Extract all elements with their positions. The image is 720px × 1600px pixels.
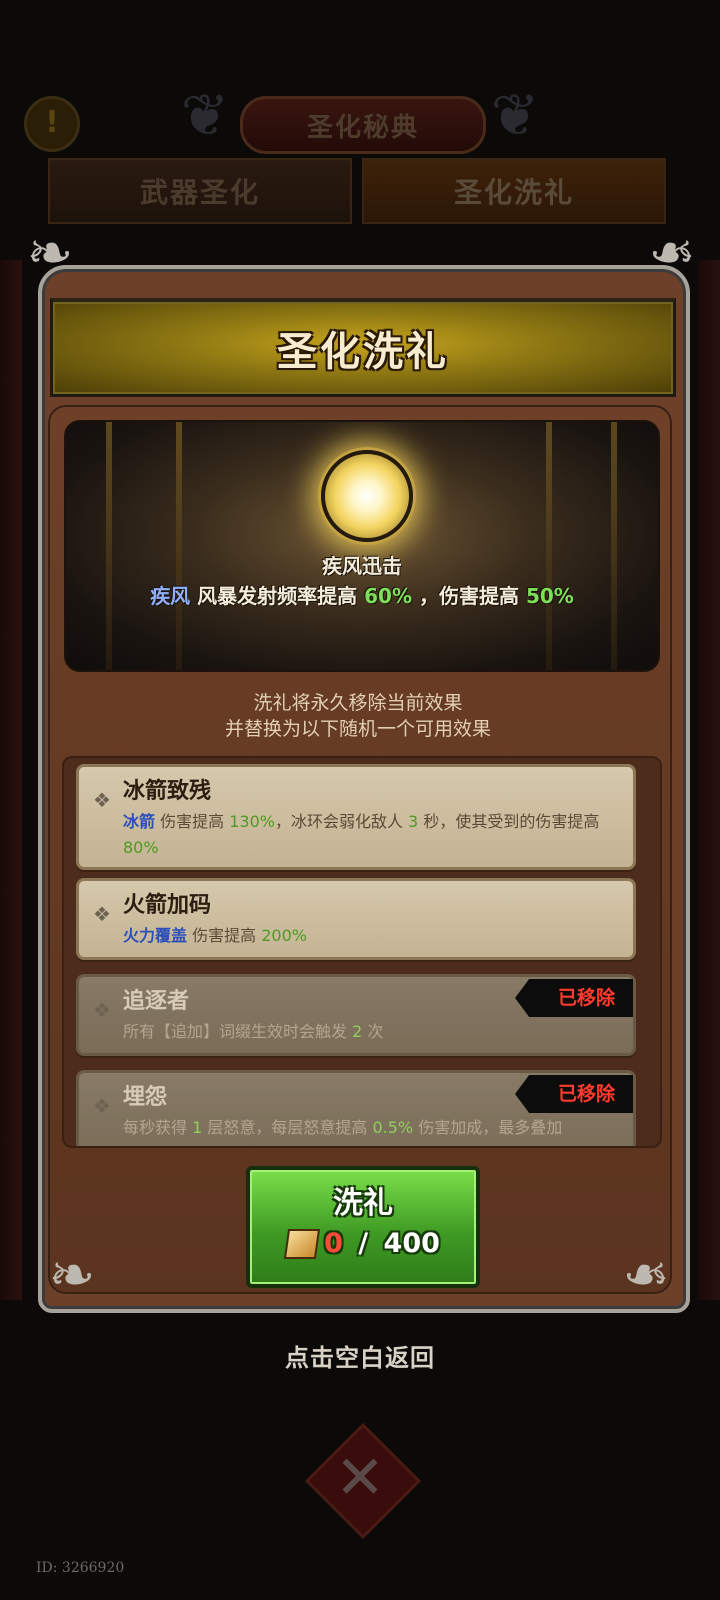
- current-effect-name: 疾风迅击: [322, 554, 402, 578]
- option-card: ❖ 火箭加码 火力覆盖 伤害提高 200%: [76, 878, 636, 960]
- cost-have: 0: [324, 1228, 343, 1259]
- tab-sanctify-baptism[interactable]: 圣化洗礼: [362, 158, 666, 224]
- option-desc: 所有【追加】词缀生效时会触发 2 次: [123, 1019, 619, 1045]
- alert-icon: !: [24, 96, 80, 152]
- option-text: 层怒意，每层怒意提高: [202, 1118, 373, 1137]
- option-text: 伤害提高: [155, 812, 230, 831]
- top-left-corner-ornament: ❧: [26, 221, 74, 286]
- light-beam: [611, 422, 617, 670]
- baptize-cost: 0 / 400: [250, 1228, 476, 1259]
- baptism-notice-line-2: 并替换为以下随机一个可用效果: [224, 718, 491, 740]
- option-text: 所有【追加】词缀生效时会触发: [123, 1022, 353, 1041]
- effect-keyword: 疾风: [150, 584, 191, 608]
- effect-options-list[interactable]: ❖ 冰箭致残 冰箭 伤害提高 130%，冰环会弱化敌人 3 秒，使其受到的伤害提…: [62, 756, 662, 1148]
- option-title: 火箭加码: [123, 893, 212, 918]
- diamond-icon: ❖: [93, 788, 111, 812]
- option-text: 每秒获得: [123, 1118, 193, 1137]
- effect-value: 50%: [525, 584, 574, 608]
- diamond-icon: ❖: [93, 998, 111, 1022]
- option-title: 追逐者: [123, 989, 190, 1014]
- panel-header-banner: 圣化洗礼: [50, 298, 676, 397]
- option-text: 伤害加成，最多叠加: [413, 1118, 563, 1137]
- option-value: 3: [408, 812, 419, 831]
- effect-value: 60%: [364, 584, 412, 608]
- option-card-removed: ❖ 埋怨 已移除 每秒获得 1 层怒意，每层怒意提高 0.5% 伤害加成，最多叠…: [76, 1070, 636, 1146]
- baptize-button[interactable]: 洗礼 0 / 400: [246, 1166, 480, 1288]
- right-side-rail: [698, 260, 720, 1300]
- option-value: 0.5%: [372, 1118, 414, 1137]
- option-value: 130%: [229, 812, 275, 831]
- option-desc: 冰箭 伤害提高 130%，冰环会弱化敌人 3 秒，使其受到的伤害提高 80%: [123, 809, 619, 861]
- option-keyword: 冰箭: [123, 812, 156, 831]
- option-value: 1: [192, 1118, 203, 1137]
- panel-title: 圣化洗礼: [277, 329, 449, 375]
- option-desc: 每秒获得 1 层怒意，每层怒意提高 0.5% 伤害加成，最多叠加: [123, 1115, 619, 1141]
- top-right-corner-ornament: ❧: [648, 221, 696, 286]
- option-keyword: 火力覆盖: [123, 926, 188, 945]
- light-beam: [546, 422, 552, 670]
- diamond-icon: ❖: [93, 902, 111, 926]
- bottom-left-corner-ornament: ❧: [48, 1243, 96, 1308]
- effect-text: ，伤害提高: [418, 584, 519, 608]
- option-text: ，冰环会弱化敌人: [274, 812, 409, 831]
- tab-weapon-sanctify[interactable]: 武器圣化: [48, 158, 352, 224]
- removed-badge: 已移除: [515, 1075, 633, 1113]
- option-title: 埋怨: [123, 1085, 168, 1110]
- screen-title: 圣化秘典: [240, 96, 486, 154]
- option-text: 次: [362, 1022, 384, 1041]
- removed-badge: 已移除: [515, 979, 633, 1017]
- option-text: 伤害提高: [187, 926, 262, 945]
- option-title: 冰箭致残: [123, 779, 212, 804]
- diamond-icon: ❖: [93, 1094, 111, 1118]
- tap-blank-to-return[interactable]: 点击空白返回: [0, 1338, 720, 1373]
- option-value: 2: [352, 1022, 363, 1041]
- build-id: ID: 3266920: [36, 1560, 125, 1576]
- baptism-notice-line-1: 洗礼将永久移除当前效果: [253, 692, 463, 714]
- cost-need: 400: [383, 1228, 440, 1259]
- crossed-swords-icon: ✕: [334, 1443, 386, 1513]
- effect-orb-icon: [321, 450, 413, 542]
- option-card-removed: ❖ 追逐者 已移除 所有【追加】词缀生效时会触发 2 次: [76, 974, 636, 1056]
- effect-text: 风暴发射频率提高: [197, 584, 358, 608]
- option-text: 秒，使其受到的伤害提高: [418, 812, 600, 831]
- option-value: 200%: [261, 926, 307, 945]
- option-card: ❖ 冰箭致残 冰箭 伤害提高 130%，冰环会弱化敌人 3 秒，使其受到的伤害提…: [76, 764, 636, 870]
- current-effect-card: 疾风迅击 疾风 风暴发射频率提高 60% ，伤害提高 50%: [64, 420, 660, 672]
- light-beam: [106, 422, 112, 670]
- option-desc: 火力覆盖 伤害提高 200%: [123, 923, 619, 949]
- left-side-rail: [0, 260, 22, 1300]
- baptize-button-label: 洗礼: [333, 1186, 393, 1221]
- current-effect-desc: 疾风 风暴发射频率提高 60% ，伤害提高 50%: [66, 580, 658, 609]
- option-value: 80%: [123, 838, 159, 857]
- light-beam: [176, 422, 182, 670]
- cost-separator: /: [348, 1228, 378, 1259]
- bottom-right-corner-ornament: ❧: [622, 1243, 670, 1308]
- scroll-currency-icon: [283, 1228, 321, 1259]
